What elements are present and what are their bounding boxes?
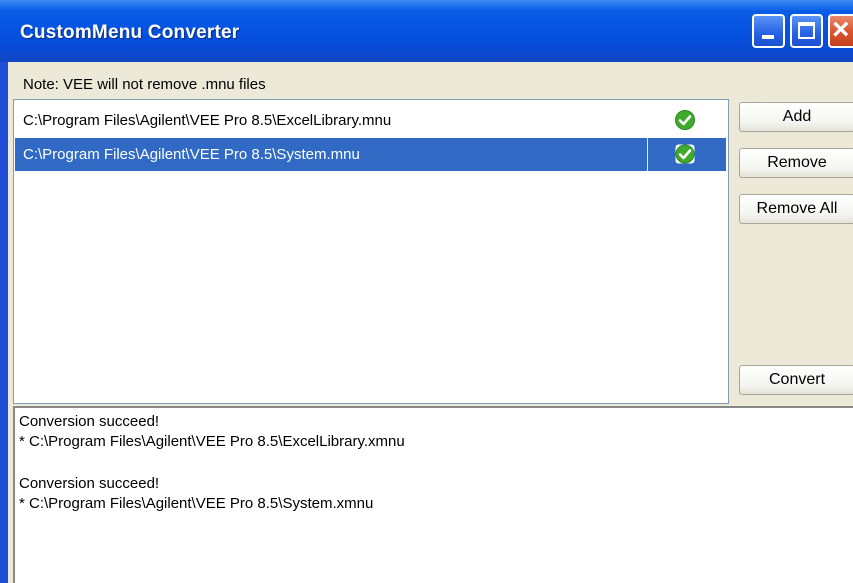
- conversion-log[interactable]: Conversion succeed! * C:\Program Files\A…: [13, 406, 853, 583]
- minimize-icon: [762, 35, 774, 39]
- file-path: C:\Program Files\Agilent\VEE Pro 8.5\Sys…: [23, 146, 360, 163]
- column-separator: [647, 138, 648, 171]
- file-list-item[interactable]: C:\Program Files\Agilent\VEE Pro 8.5\Exc…: [15, 104, 726, 137]
- file-path: C:\Program Files\Agilent\VEE Pro 8.5\Exc…: [23, 112, 392, 129]
- check-icon: [675, 144, 695, 164]
- log-line: * C:\Program Files\Agilent\VEE Pro 8.5\S…: [19, 495, 374, 512]
- maximize-icon: [798, 22, 815, 39]
- remove-all-button[interactable]: Remove All: [739, 194, 853, 224]
- note-label: Note: VEE will not remove .mnu files: [23, 76, 266, 93]
- remove-button[interactable]: Remove: [739, 148, 853, 178]
- minimize-button[interactable]: [752, 14, 785, 48]
- file-list[interactable]: C:\Program Files\Agilent\VEE Pro 8.5\Exc…: [13, 99, 729, 404]
- file-list-item[interactable]: C:\Program Files\Agilent\VEE Pro 8.5\Sys…: [15, 138, 726, 171]
- converter-window: CustomMenu Converter × Note: VEE will no…: [0, 0, 853, 583]
- log-line: Conversion succeed!: [19, 413, 160, 430]
- client-area: Note: VEE will not remove .mnu files C:\…: [8, 62, 853, 583]
- maximize-button[interactable]: [790, 14, 823, 48]
- close-button[interactable]: ×: [828, 13, 853, 48]
- log-line: * C:\Program Files\Agilent\VEE Pro 8.5\E…: [19, 433, 405, 450]
- convert-button[interactable]: Convert: [739, 365, 853, 395]
- window-title: CustomMenu Converter: [20, 22, 240, 43]
- close-icon: ×: [832, 13, 850, 46]
- log-line: Conversion succeed!: [19, 475, 160, 492]
- add-button[interactable]: Add: [739, 102, 853, 132]
- title-bar[interactable]: CustomMenu Converter ×: [0, 0, 853, 62]
- check-icon: [675, 110, 695, 130]
